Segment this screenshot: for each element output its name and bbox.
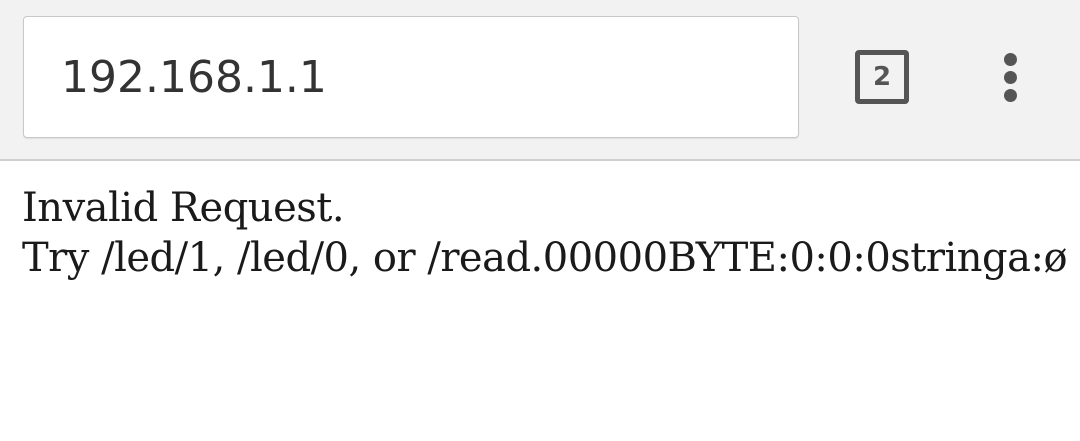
browser-toolbar: 192.168.1.1 2 [0,0,1080,161]
tab-count: 2 [872,62,892,92]
error-message: Invalid Request. [22,185,345,231]
menu-dot-middle [1004,71,1017,84]
address-bar[interactable]: 192.168.1.1 [23,16,799,138]
more-vert-icon[interactable] [985,48,1037,108]
url-text[interactable]: 192.168.1.1 [61,51,327,105]
menu-dot-top [1004,53,1017,66]
hint-message: Try /led/1, /led/0, or /read.00000BYTE:0… [22,235,1068,281]
page-content: Invalid Request. Try /led/1, /led/0, or … [22,183,1068,283]
menu-dot-bottom [1004,89,1017,102]
tab-switcher-button[interactable]: 2 [855,50,909,104]
